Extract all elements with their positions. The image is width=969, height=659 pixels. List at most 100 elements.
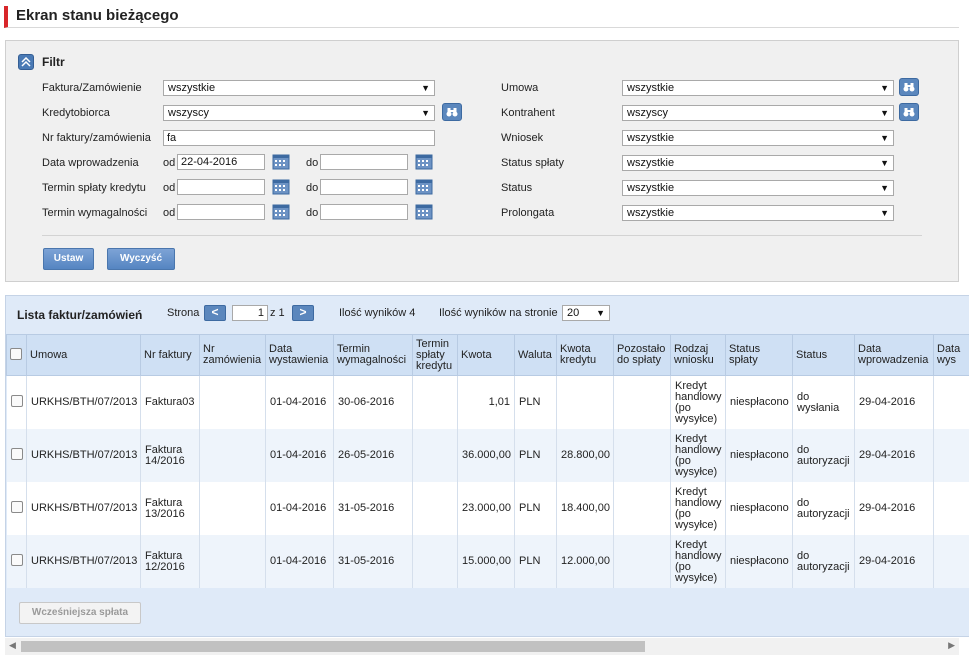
table-cell: URKHS/BTH/07/2013 <box>26 429 141 482</box>
faktura-label: Faktura/Zamówienie <box>42 82 142 94</box>
table-cell: Kredyt handlowy (po wysyłce) <box>670 482 726 535</box>
nr-faktury-label: Nr faktury/zamówienia <box>42 132 151 144</box>
column-header[interactable]: Nr faktury <box>140 334 200 376</box>
table-cell: Kredyt handlowy (po wysyłce) <box>670 375 726 429</box>
next-page-button[interactable]: > <box>292 305 314 321</box>
calendar-icon[interactable] <box>415 153 433 170</box>
row-checkbox[interactable] <box>6 429 27 482</box>
page-number-input[interactable]: 1 <box>232 305 268 321</box>
calendar-icon[interactable] <box>272 153 290 170</box>
termin-wym-do-input[interactable] <box>320 204 408 220</box>
kredytobiorca-select[interactable]: wszyscy ▼ <box>163 105 435 121</box>
row-checkbox[interactable] <box>6 535 27 588</box>
table-cell <box>412 535 458 588</box>
table-cell: 36.000,00 <box>457 429 515 482</box>
scroll-right-icon[interactable]: ▶ <box>948 640 955 651</box>
binoculars-icon[interactable] <box>899 78 919 96</box>
table-cell <box>613 429 671 482</box>
page-of-label: z 1 <box>270 307 285 319</box>
column-header[interactable]: Waluta <box>514 334 557 376</box>
column-header[interactable]: Status spłaty <box>725 334 793 376</box>
table-cell: 18.400,00 <box>556 482 614 535</box>
status-select[interactable]: wszystkie ▼ <box>622 180 894 196</box>
scrollbar-thumb[interactable] <box>21 641 645 652</box>
table-cell: 23.000,00 <box>457 482 515 535</box>
table-cell: 29-04-2016 <box>854 535 934 588</box>
column-header[interactable]: Data wystawienia <box>265 334 334 376</box>
table-cell: 29-04-2016 <box>854 375 934 429</box>
select-all-checkbox[interactable] <box>6 334 27 376</box>
wniosek-label: Wniosek <box>501 132 544 144</box>
scroll-left-icon[interactable]: ◀ <box>9 640 16 651</box>
table-row[interactable]: URKHS/BTH/07/2013 Faktura 14/2016 01-04-20… <box>6 429 969 482</box>
column-header[interactable]: Termin wymagalności <box>333 334 413 376</box>
table-row[interactable]: URKHS/BTH/07/2013 Faktura 13/2016 01-04-20… <box>6 482 969 535</box>
horizontal-scrollbar[interactable]: ◀ ▶ <box>5 638 959 655</box>
column-header[interactable]: Data wprowadzenia <box>854 334 934 376</box>
page-title-text: Ekran stanu bieżącego <box>16 7 179 24</box>
calendar-icon[interactable] <box>415 203 433 220</box>
binoculars-icon[interactable] <box>899 103 919 121</box>
wniosek-select[interactable]: wszystkie ▼ <box>622 130 894 146</box>
table-cell <box>199 535 266 588</box>
filter-divider <box>42 235 922 236</box>
data-wpr-do-input[interactable] <box>320 154 408 170</box>
do-label: do <box>306 182 319 194</box>
table-row[interactable]: URKHS/BTH/07/2013 Faktura 12/2016 01-04-20… <box>6 535 969 588</box>
early-repayment-button[interactable]: Wcześniejsza spłata <box>19 602 141 624</box>
set-button[interactable]: Ustaw <box>43 248 94 270</box>
clear-button[interactable]: Wyczyść <box>107 248 175 270</box>
filter-panel: Filtr Faktura/Zamówienie wszystkie ▼ Kred… <box>5 40 959 282</box>
chevron-down-icon: ▼ <box>880 183 889 193</box>
status-label: Status <box>501 182 533 194</box>
termin-splaty-label: Termin spłaty kredytu <box>42 182 146 194</box>
table-cell: niespłacono <box>725 375 793 429</box>
chevron-down-icon: ▼ <box>596 308 605 318</box>
column-header[interactable]: Pozostało do spłaty <box>613 334 671 376</box>
chevron-up-icon[interactable] <box>18 54 34 70</box>
column-header[interactable]: Kwota <box>457 334 515 376</box>
table-cell <box>613 535 671 588</box>
prev-page-button[interactable]: < <box>204 305 226 321</box>
calendar-icon[interactable] <box>272 178 290 195</box>
column-header[interactable]: Umowa <box>26 334 141 376</box>
table-row[interactable]: URKHS/BTH/07/2013 Faktura03 01-04-2016 30-0… <box>6 375 969 429</box>
umowa-select[interactable]: wszystkie ▼ <box>622 80 894 96</box>
column-header[interactable]: Data wys <box>933 334 969 376</box>
umowa-label: Umowa <box>501 82 539 94</box>
table-cell: 26-05-2016 <box>333 429 413 482</box>
per-page-select[interactable]: 20 ▼ <box>562 305 610 321</box>
table-cell: URKHS/BTH/07/2013 <box>26 535 141 588</box>
column-header[interactable]: Nr zamówienia <box>199 334 266 376</box>
table-cell <box>933 535 969 588</box>
table-cell: do autoryzacji <box>792 535 855 588</box>
table-cell: do autoryzacji <box>792 482 855 535</box>
table-cell: Kredyt handlowy (po wysyłce) <box>670 535 726 588</box>
row-checkbox[interactable] <box>6 375 27 429</box>
faktura-select[interactable]: wszystkie ▼ <box>163 80 435 96</box>
table-cell <box>412 429 458 482</box>
termin-wymagalnosci-label: Termin wymagalności <box>42 207 148 219</box>
termin-wym-od-input[interactable] <box>177 204 265 220</box>
column-header[interactable]: Termin spłaty kredytu <box>412 334 458 376</box>
column-header[interactable]: Kwota kredytu <box>556 334 614 376</box>
status-splaty-select[interactable]: wszystkie ▼ <box>622 155 894 171</box>
table-cell: 12.000,00 <box>556 535 614 588</box>
prolongata-select[interactable]: wszystkie ▼ <box>622 205 894 221</box>
termin-splaty-do-input[interactable] <box>320 179 408 195</box>
calendar-icon[interactable] <box>415 178 433 195</box>
column-header[interactable]: Rodzaj wniosku <box>670 334 726 376</box>
binoculars-icon[interactable] <box>442 103 462 121</box>
table-cell: 28.800,00 <box>556 429 614 482</box>
invoice-table: Umowa Nr faktury Nr zamówienia Data wyst… <box>6 334 969 588</box>
table-cell: 29-04-2016 <box>854 429 934 482</box>
data-wpr-od-input[interactable]: 22-04-2016 <box>177 154 265 170</box>
calendar-icon[interactable] <box>272 203 290 220</box>
row-checkbox[interactable] <box>6 482 27 535</box>
column-header[interactable]: Status <box>792 334 855 376</box>
termin-splaty-od-input[interactable] <box>177 179 265 195</box>
nr-faktury-input[interactable]: fa <box>163 130 435 146</box>
kontrahent-select[interactable]: wszyscy ▼ <box>622 105 894 121</box>
table-cell: PLN <box>514 375 557 429</box>
table-cell: PLN <box>514 482 557 535</box>
